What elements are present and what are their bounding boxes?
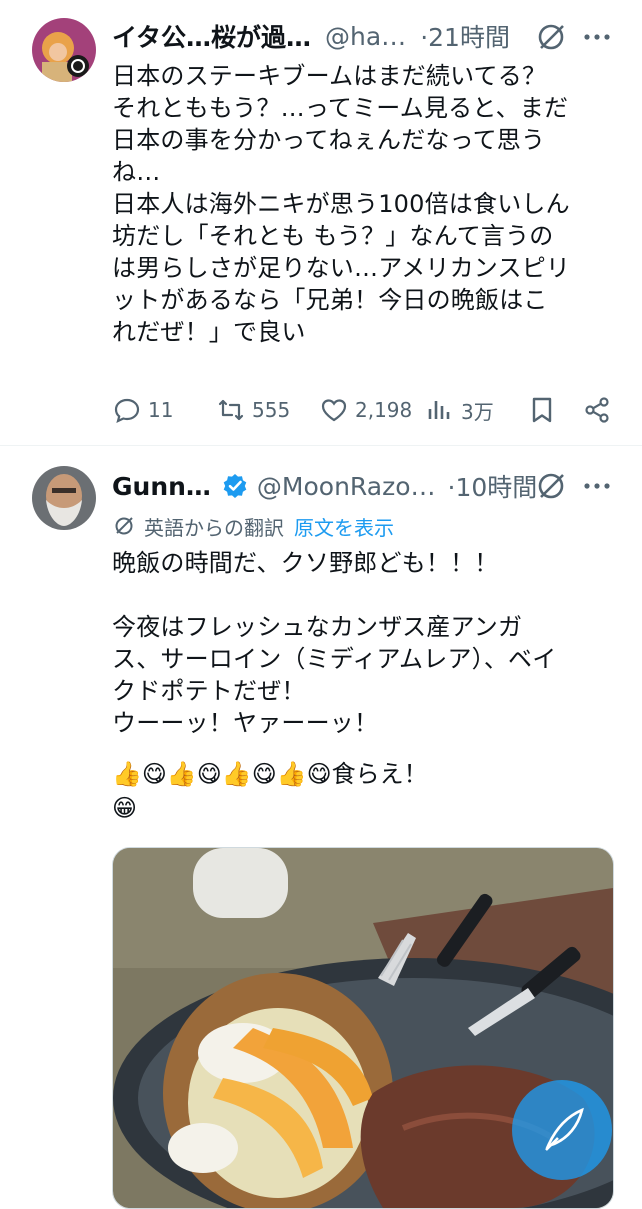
show-original-link[interactable]: 原文を表示: [294, 512, 394, 541]
display-name[interactable]: Gunn…: [112, 472, 211, 501]
views-count: 3万: [461, 399, 494, 424]
feather-icon: [545, 1107, 584, 1151]
tweet-text: 日本のステーキブームはまだ続いてる？ それとももう？…ってミーム見ると、まだ 日…: [112, 62, 571, 346]
avatar[interactable]: [32, 18, 96, 82]
grok-icon[interactable]: [534, 469, 568, 503]
verified-badge-icon: [221, 472, 249, 500]
action-bar: 11 555 2,198 3万: [112, 390, 617, 430]
views-icon: [428, 401, 450, 419]
repost-button[interactable]: 555: [216, 390, 290, 430]
tweet-1[interactable]: イタ公…桜が過… @ha… ·21時間 日本のステーキブームはまだ続いてる？ そ…: [0, 0, 642, 445]
grok-icon: [115, 517, 133, 535]
display-name[interactable]: イタ公…桜が過…: [112, 18, 311, 54]
reply-button[interactable]: 11: [112, 390, 173, 430]
repost-icon: [218, 399, 244, 421]
tweet-header: イタ公…桜が過… @ha… ·21時間: [112, 16, 510, 56]
reply-icon: [114, 398, 140, 423]
compose-button[interactable]: [512, 1080, 612, 1180]
tweet-header: Gunn… @MoonRazo… ·10時間: [112, 466, 537, 506]
grok-icon[interactable]: [534, 20, 568, 54]
handle[interactable]: @MoonRazo…: [257, 472, 436, 501]
handle[interactable]: @ha…: [325, 22, 406, 51]
tweet-text: 晩飯の時間だ、クソ野郎ども！！！ 今夜はフレッシュなカンザス産アンガ ス、サーロ…: [112, 549, 557, 737]
emoji-line: 😁: [112, 794, 138, 822]
like-count: 2,198: [355, 398, 413, 422]
avatar[interactable]: [32, 466, 96, 530]
timestamp[interactable]: ·21時間: [420, 18, 510, 54]
bookmark-icon: [532, 397, 552, 423]
translation-label: 英語からの翻訳: [144, 515, 284, 540]
share-button[interactable]: [582, 390, 612, 430]
more-icon[interactable]: [580, 469, 614, 503]
translation-notice: 英語からの翻訳 原文を表示: [112, 510, 394, 542]
more-icon[interactable]: [580, 20, 614, 54]
views-button[interactable]: 3万: [425, 390, 494, 430]
reply-count: 11: [148, 398, 174, 422]
emoji-line: 👍😋👍😋👍😋👍😋食らえ！: [112, 760, 428, 788]
heart-icon: [321, 399, 347, 422]
share-icon: [585, 397, 609, 423]
timestamp[interactable]: ·10時間: [448, 468, 538, 504]
repost-count: 555: [252, 398, 291, 422]
like-button[interactable]: 2,198: [319, 390, 412, 430]
bookmark-button[interactable]: [527, 390, 557, 430]
